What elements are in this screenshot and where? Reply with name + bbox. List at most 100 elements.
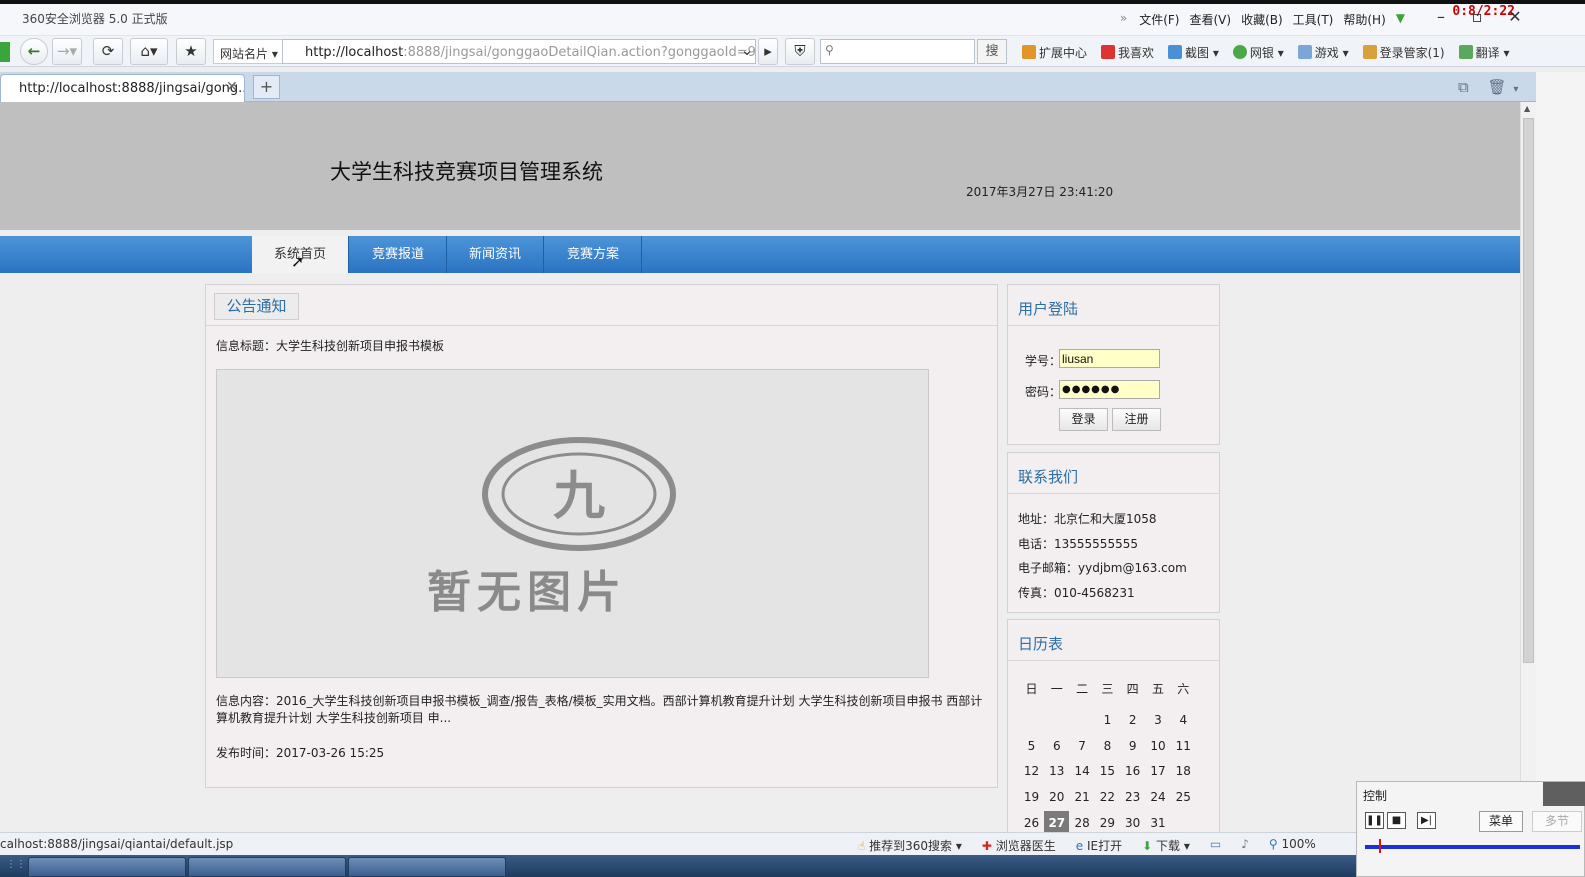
status-tools: ☝ 推荐到360搜索 ▾ ✚ 浏览器医生 e IE打开 ⬇ 下载 ▾ ▭ ♪ ⚲… — [858, 837, 1316, 854]
calendar-day[interactable]: 15 — [1095, 759, 1120, 784]
taskbar-app-ide[interactable] — [188, 857, 346, 877]
search-button[interactable]: 搜 — [977, 39, 1007, 64]
calendar-day[interactable]: 12 — [1019, 759, 1044, 784]
recommend-search[interactable]: ☝ 推荐到360搜索 ▾ — [858, 837, 962, 854]
scrollbar-thumb[interactable] — [1523, 118, 1534, 663]
control-menu-button[interactable]: 菜单 — [1479, 811, 1523, 832]
chevron-down-icon[interactable]: ▾ — [1513, 84, 1518, 95]
address-bar[interactable]: http://localhost:8888/jingsai/gonggaoDet… — [282, 39, 756, 64]
ext-translate[interactable]: 翻译 ▾ — [1458, 44, 1509, 61]
nav-reports[interactable]: 竞赛报道 — [350, 236, 447, 273]
close-window-icon[interactable]: ✕ — [1506, 8, 1524, 26]
restore-tabs-icon[interactable]: ⧉ — [1458, 78, 1469, 96]
control-close-area[interactable] — [1543, 782, 1585, 806]
register-button[interactable]: 注册 — [1112, 408, 1161, 431]
calendar-day[interactable]: 25 — [1171, 785, 1196, 810]
favorite-star-icon[interactable]: ★ — [176, 38, 206, 65]
extensions-bar: 扩展中心 我喜欢 截图 ▾ 网银 ▾ 游戏 ▾ 登录管家(1) 翻译 ▾ — [1022, 44, 1509, 61]
vertical-scrollbar[interactable]: ▲ — [1520, 102, 1536, 832]
login-button[interactable]: 登录 — [1059, 408, 1108, 431]
calendar-day[interactable]: 20 — [1044, 785, 1069, 810]
downloads[interactable]: ⬇ 下载 ▾ — [1142, 837, 1190, 854]
sidebar-toggle-icon[interactable] — [0, 42, 10, 62]
stop-icon[interactable]: ■ — [1387, 812, 1406, 829]
calendar-day[interactable]: 2 — [1120, 708, 1145, 733]
taskbar-app-browser[interactable] — [28, 857, 186, 877]
skip-icon[interactable]: ▶| — [1417, 812, 1436, 829]
calendar-day[interactable]: 22 — [1095, 785, 1120, 810]
browser-doctor[interactable]: ✚ 浏览器医生 — [982, 837, 1056, 854]
calendar-day[interactable]: 16 — [1120, 759, 1145, 784]
progress-knob[interactable] — [1379, 839, 1381, 853]
menu-file[interactable]: 文件(F) — [1139, 11, 1179, 28]
refresh-icon[interactable]: ⟳ — [93, 38, 123, 65]
calendar-day[interactable]: 19 — [1019, 785, 1044, 810]
calendar-day[interactable]: 4 — [1171, 708, 1196, 733]
ext-login-manager[interactable]: 登录管家(1) — [1362, 44, 1445, 61]
volume-icon[interactable]: ♪ — [1241, 837, 1249, 854]
calendar-day[interactable]: 5 — [1019, 734, 1044, 759]
divider — [206, 325, 997, 326]
forward-button[interactable]: →▾ — [52, 38, 82, 65]
ext-bank[interactable]: 网银 ▾ — [1232, 44, 1284, 61]
open-in-ie[interactable]: e IE打开 — [1076, 837, 1122, 854]
taskbar-app-browser-2[interactable] — [348, 857, 506, 877]
calendar-day[interactable]: 11 — [1171, 734, 1196, 759]
control-more-button[interactable]: 多节 — [1532, 811, 1582, 832]
tab-active[interactable]: http://localhost:8888/jingsai/gong... — [0, 74, 245, 102]
student-id-input[interactable] — [1059, 349, 1160, 368]
calendar-day[interactable]: 13 — [1044, 759, 1069, 784]
calendar-day[interactable]: 18 — [1171, 759, 1196, 784]
calendar-day[interactable]: 24 — [1146, 785, 1171, 810]
ext-screenshot[interactable]: 截图 ▾ — [1168, 44, 1219, 61]
tab-close-icon[interactable]: ✕ — [226, 79, 238, 95]
calendar-day[interactable]: 14 — [1070, 759, 1095, 784]
minimize-icon[interactable]: – — [1432, 8, 1450, 26]
calendar-day[interactable]: 1 — [1095, 708, 1120, 733]
calendar-day[interactable]: 21 — [1070, 785, 1095, 810]
skin-icon[interactable]: ▼ — [1396, 11, 1405, 28]
zoom-level[interactable]: ⚲ 100% — [1269, 837, 1316, 854]
calendar-day[interactable]: 23 — [1120, 785, 1145, 810]
screen-icon[interactable]: ▭ — [1210, 837, 1221, 854]
go-icon[interactable]: ▸ — [758, 38, 778, 65]
calendar-day[interactable]: 29 — [1095, 811, 1120, 832]
calendar-day[interactable]: 28 — [1070, 811, 1095, 832]
security-shield-icon[interactable]: ⛨ — [785, 38, 815, 65]
search-input[interactable]: ⚲ — [820, 39, 975, 64]
maximize-icon[interactable]: ▫ — [1468, 8, 1486, 26]
url-dropdown-icon[interactable]: ⌄ — [737, 38, 757, 65]
nav-news[interactable]: 新闻资讯 — [447, 236, 544, 273]
new-tab-button[interactable]: + — [253, 75, 280, 99]
calendar-day[interactable]: 10 — [1146, 734, 1171, 759]
calendar-day[interactable]: 3 — [1146, 708, 1171, 733]
calendar-day[interactable]: 8 — [1095, 734, 1120, 759]
password-input[interactable]: ●●●●●● — [1059, 380, 1160, 399]
ext-games[interactable]: 游戏 ▾ — [1297, 44, 1349, 61]
progress-track[interactable] — [1365, 845, 1580, 849]
menu-view[interactable]: 查看(V) — [1189, 11, 1231, 28]
menu-help[interactable]: 帮助(H) — [1343, 11, 1385, 28]
nav-plans[interactable]: 竞赛方案 — [545, 236, 642, 273]
calendar-day[interactable]: 7 — [1070, 734, 1095, 759]
status-url: calhost:8888/jingsai/qiantai/default.jsp — [0, 837, 234, 851]
pause-icon[interactable]: ❚❚ — [1365, 812, 1384, 829]
menu-tools[interactable]: 工具(T) — [1293, 11, 1334, 28]
calendar-day[interactable]: 6 — [1044, 734, 1069, 759]
site-names-dropdown[interactable]: 网站名片 ▾ — [213, 39, 285, 64]
calendar-day[interactable]: 26 — [1019, 811, 1044, 832]
scroll-up-icon[interactable]: ▲ — [1524, 104, 1530, 113]
calendar-day[interactable]: 31 — [1146, 811, 1171, 832]
calendar-day[interactable]: 30 — [1120, 811, 1145, 832]
chevron-right-icon[interactable]: » — [1120, 11, 1127, 28]
app-title: 360安全浏览器 5.0 正式版 — [22, 12, 168, 26]
menu-favorites[interactable]: 收藏(B) — [1241, 11, 1283, 28]
back-button[interactable]: ← — [20, 38, 48, 65]
ext-like[interactable]: 我喜欢 — [1101, 44, 1154, 61]
ext-center[interactable]: 扩展中心 — [1022, 44, 1087, 61]
calendar-day[interactable]: 9 — [1120, 734, 1145, 759]
calendar-today[interactable]: 27 — [1044, 810, 1070, 832]
home-icon[interactable]: ⌂▾ — [130, 38, 168, 65]
trash-icon[interactable]: 🗑 — [1488, 78, 1507, 96]
calendar-day[interactable]: 17 — [1146, 759, 1171, 784]
